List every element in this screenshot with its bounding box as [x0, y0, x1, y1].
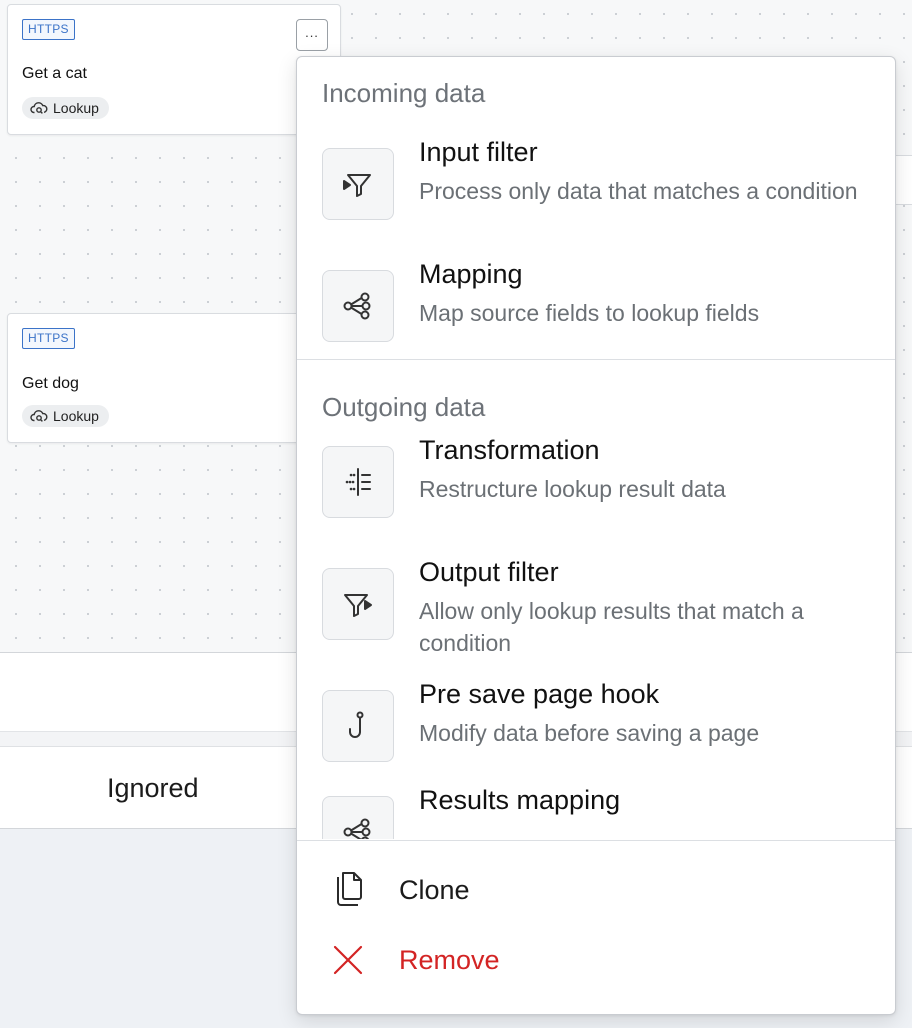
card-title: Get a cat [22, 65, 87, 82]
card-title: Get dog [22, 375, 79, 392]
transformation-icon [345, 468, 371, 496]
cloud-search-icon [30, 410, 48, 422]
lookup-label: Lookup [53, 408, 99, 424]
cloud-search-icon [30, 102, 48, 114]
remove-button[interactable]: Remove [327, 939, 500, 981]
menu-item-description: Allow only lookup results that match a c… [419, 598, 804, 656]
section-divider [297, 359, 895, 360]
menu-item-title: Pre save page hook [419, 679, 660, 709]
menu-item-description: Modify data before saving a page [419, 720, 760, 746]
menu-item-output-filter[interactable]: Output filter Allow only lookup results … [322, 557, 882, 656]
clone-icon [337, 872, 362, 906]
menu-item-title: Results mapping [419, 785, 621, 815]
menu-item-title: Mapping [419, 259, 523, 289]
section-title-incoming: Incoming data [322, 78, 486, 108]
lookup-badge: Lookup [22, 97, 109, 119]
menu-item-title: Output filter [419, 557, 559, 587]
section-title-outgoing: Outgoing data [322, 392, 486, 422]
input-filter-icon [343, 174, 371, 197]
menu-scroll-area[interactable]: Incoming data Input filter Process only … [297, 57, 895, 839]
more-options-button[interactable]: ... [296, 19, 328, 51]
menu-item-input-filter[interactable]: Input filter Process only data that matc… [322, 137, 882, 228]
remove-label: Remove [399, 944, 500, 975]
https-tag: HTTPS [22, 328, 75, 349]
menu-item-results-mapping[interactable]: Results mapping [322, 785, 882, 839]
menu-item-title: Transformation [419, 435, 600, 465]
menu-item-description: Map source fields to lookup fields [419, 300, 760, 326]
results-mapping-icon [343, 818, 371, 839]
clone-button[interactable]: Clone [327, 869, 470, 911]
ignored-label: Ignored [107, 773, 199, 803]
flow-step-card[interactable]: HTTPS Get a cat Lookup ... [7, 4, 341, 135]
mapping-icon [343, 292, 371, 320]
menu-item-description: Restructure lookup result data [419, 476, 726, 502]
menu-footer: Clone Remove [297, 840, 895, 1014]
flow-step-card[interactable]: HTTPS Get dog Lookup [7, 313, 307, 443]
menu-item-transformation[interactable]: Transformation Restructure lookup result… [322, 435, 882, 526]
https-tag: HTTPS [22, 19, 75, 40]
close-icon [333, 945, 363, 975]
hook-icon [349, 711, 364, 738]
lookup-label: Lookup [53, 100, 99, 116]
menu-item-description: Process only data that matches a conditi… [419, 178, 858, 204]
lookup-badge: Lookup [22, 405, 109, 427]
menu-item-title: Input filter [419, 137, 538, 167]
menu-item-pre-save-page-hook[interactable]: Pre save page hook Modify data before sa… [322, 679, 882, 770]
clone-label: Clone [399, 874, 470, 905]
menu-item-mapping[interactable]: Mapping Map source fields to lookup fiel… [322, 259, 882, 350]
output-filter-icon [344, 594, 372, 617]
step-actions-menu: Incoming data Input filter Process only … [296, 56, 896, 1015]
